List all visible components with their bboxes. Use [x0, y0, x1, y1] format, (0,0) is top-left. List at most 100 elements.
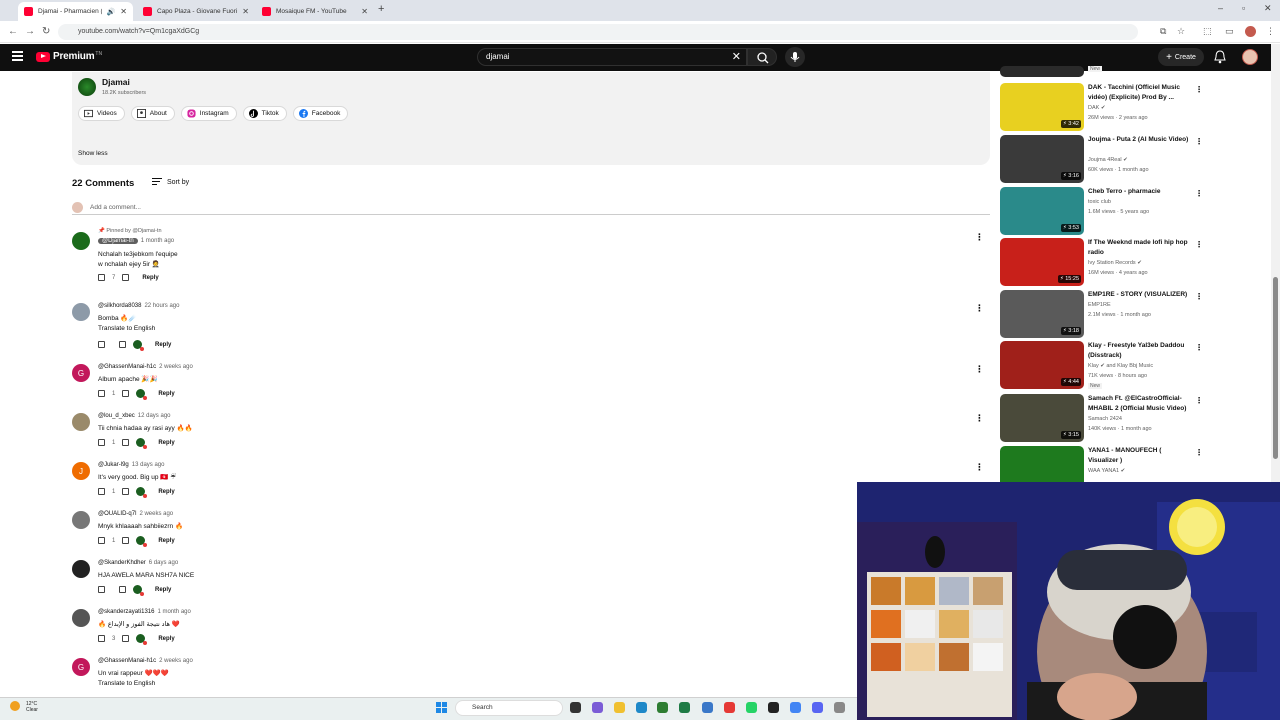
video-menu-icon[interactable]: ⋮	[1195, 240, 1203, 249]
video-thumbnail[interactable]: ⚡ 3:42	[1000, 83, 1084, 131]
reply-button[interactable]: Reply	[155, 342, 171, 348]
new-tab-icon[interactable]: +	[378, 3, 384, 15]
dislike-icon[interactable]	[122, 274, 130, 281]
search-input[interactable]: djamai ✕	[477, 48, 747, 66]
video-menu-icon[interactable]: ⋮	[1195, 292, 1203, 301]
video-title[interactable]: DAK - Tacchini (Officiel Music vidéo) (E…	[1088, 83, 1192, 102]
comment-menu-icon[interactable]: ⋮	[975, 232, 984, 243]
comment-age[interactable]: 2 weeks ago	[159, 364, 193, 370]
video-channel[interactable]: DAK ✔	[1088, 105, 1105, 111]
show-less-button[interactable]: Show less	[78, 150, 108, 157]
comment-age[interactable]: 22 hours ago	[144, 303, 179, 309]
comment-author[interactable]: @lou_d_xbec	[98, 413, 135, 419]
reply-button[interactable]: Reply	[155, 587, 171, 593]
video-thumbnail[interactable]: ⚡ 4:44	[1000, 341, 1084, 389]
video-thumbnail[interactable]	[1000, 66, 1084, 77]
excel-icon[interactable]	[679, 702, 690, 713]
comment-author[interactable]: @GhassenManai-h1c	[98, 658, 156, 664]
notifications-bell-icon[interactable]	[1214, 50, 1226, 64]
recommended-video[interactable]: ⚡ 15:25 If The Weeknd made lofi hip hop r…	[1000, 238, 1203, 286]
like-icon[interactable]	[98, 586, 105, 593]
comment-age[interactable]: 1 month ago	[141, 238, 174, 244]
audio-icon[interactable]: 🔊	[107, 8, 116, 16]
comment-author[interactable]: @Djamai-tn	[98, 238, 138, 244]
facebook-chip[interactable]: Facebook	[292, 106, 349, 121]
like-icon[interactable]	[98, 274, 105, 281]
add-comment-field[interactable]: Add a comment...	[72, 202, 990, 215]
comment-menu-icon[interactable]: ⋮	[975, 364, 984, 375]
dislike-icon[interactable]	[122, 439, 130, 446]
youtube-premium-logo[interactable]: Premium TN	[36, 51, 102, 62]
app-icon[interactable]	[724, 702, 735, 713]
recommended-video[interactable]: ⚡ 3:15 Samach Ft. @ElCastroOfficial- MHAB…	[1000, 394, 1203, 442]
menu-dots-icon[interactable]: ⋮	[1266, 26, 1275, 37]
video-menu-icon[interactable]: ⋮	[1195, 343, 1203, 352]
voice-search-button[interactable]	[785, 47, 805, 67]
clear-search-icon[interactable]: ✕	[732, 50, 741, 63]
video-menu-icon[interactable]: ⋮	[1195, 85, 1203, 94]
commenter-avatar[interactable]: G	[72, 658, 90, 676]
commenter-avatar[interactable]	[72, 232, 90, 250]
comment-age[interactable]: 13 days ago	[132, 462, 165, 468]
video-thumbnail[interactable]: ⚡ 15:25	[1000, 238, 1084, 286]
video-title[interactable]: Joujma - Puta 2 (AI Music Video)	[1088, 135, 1192, 145]
commenter-avatar[interactable]	[72, 303, 90, 321]
video-channel[interactable]: Klay ✔ and Klay Bbj Music	[1088, 363, 1153, 369]
close-window-icon[interactable]: ✕	[1264, 3, 1272, 14]
sort-by-button[interactable]: Sort by	[152, 178, 189, 187]
video-menu-icon[interactable]: ⋮	[1195, 448, 1203, 457]
sidebar-icon[interactable]: ▭	[1225, 26, 1234, 37]
comment-author[interactable]: @skanderzayati1316	[98, 609, 154, 615]
weather-widget[interactable]: 12°C Clear	[26, 701, 38, 713]
channel-name[interactable]: Djamai	[102, 77, 130, 87]
like-icon[interactable]	[98, 439, 105, 446]
bookmark-star-icon[interactable]: ☆	[1177, 26, 1185, 37]
comment-author[interactable]: @SkanderKhdher	[98, 560, 146, 566]
like-icon[interactable]	[98, 341, 105, 348]
dislike-icon[interactable]	[122, 488, 130, 495]
weather-sun-icon[interactable]	[10, 701, 20, 711]
edge-icon[interactable]	[636, 702, 647, 713]
comment-age[interactable]: 6 days ago	[149, 560, 178, 566]
video-menu-icon[interactable]: ⋮	[1195, 189, 1203, 198]
videos-chip[interactable]: Videos	[78, 106, 125, 121]
browser-tab[interactable]: Mosaique FM - YouTube ✕	[256, 2, 374, 21]
comment-age[interactable]: 2 weeks ago	[159, 658, 193, 664]
video-channel[interactable]: Joujma 4Real ✔	[1088, 157, 1128, 163]
url-field[interactable]: youtube.com/watch?v=Qm1cgaXdGCg	[58, 24, 1138, 40]
video-channel[interactable]: EMP1RE	[1088, 302, 1111, 308]
reply-button[interactable]: Reply	[142, 275, 158, 281]
video-thumbnail[interactable]: ⚡ 3:16	[1000, 135, 1084, 183]
dislike-icon[interactable]	[122, 390, 130, 397]
scrollbar-thumb[interactable]	[1273, 277, 1278, 459]
minimize-icon[interactable]: –	[1218, 3, 1223, 13]
commenter-avatar[interactable]	[72, 413, 90, 431]
chrome-icon[interactable]	[702, 702, 713, 713]
comment-menu-icon[interactable]: ⋮	[975, 413, 984, 424]
video-title[interactable]: Cheb Terro - pharmacie	[1088, 187, 1192, 197]
tiktok-chip[interactable]: Tiktok	[242, 106, 287, 121]
commenter-avatar[interactable]	[72, 511, 90, 529]
forward-icon[interactable]: →	[25, 26, 35, 37]
about-chip[interactable]: About	[130, 106, 175, 121]
comment-author[interactable]: @silkhorda8038	[98, 303, 141, 309]
video-channel[interactable]: Samach 2424	[1088, 416, 1122, 422]
back-icon[interactable]: ←	[8, 26, 18, 37]
comment-author[interactable]: @OUALID-q7l	[98, 511, 136, 517]
video-channel[interactable]: Ivy Station Records ✔	[1088, 260, 1142, 266]
reply-button[interactable]: Reply	[158, 391, 174, 397]
search-button[interactable]	[747, 48, 777, 66]
extensions-icon[interactable]: ⬚	[1203, 26, 1212, 37]
like-icon[interactable]	[98, 537, 105, 544]
close-tab-icon[interactable]: ✕	[120, 7, 127, 16]
app-icon[interactable]	[768, 702, 779, 713]
commenter-avatar[interactable]	[72, 560, 90, 578]
recommended-video[interactable]: ⚡ 3:53 Cheb Terro - pharmacie toxic club 1.…	[1000, 187, 1203, 235]
comment-menu-icon[interactable]: ⋮	[975, 303, 984, 314]
like-icon[interactable]	[98, 390, 105, 397]
comment-author[interactable]: @GhassenManai-h1c	[98, 364, 156, 370]
store-icon[interactable]	[657, 702, 668, 713]
comment-age[interactable]: 2 weeks ago	[139, 511, 173, 517]
install-icon[interactable]: ⧉	[1160, 26, 1166, 37]
dislike-icon[interactable]	[122, 537, 130, 544]
